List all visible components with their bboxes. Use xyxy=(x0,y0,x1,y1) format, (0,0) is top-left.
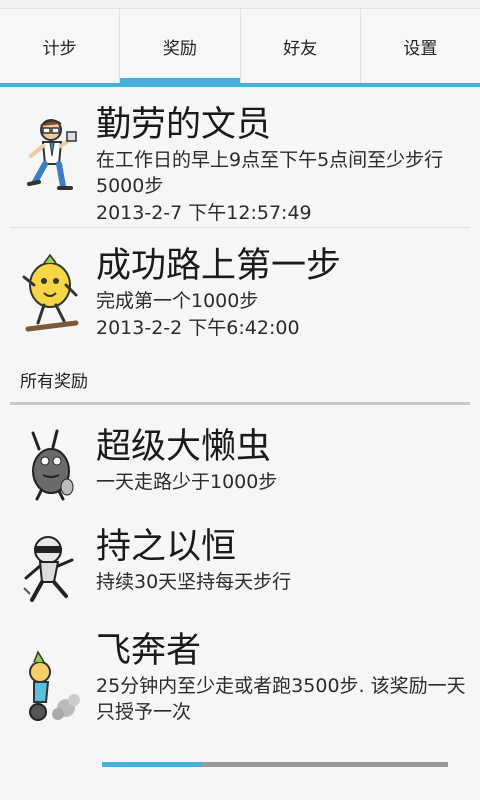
reward-title: 超级大懒虫 xyxy=(96,427,272,467)
persistent-runner-icon xyxy=(18,525,82,615)
tab-bar: 计步 奖励 好友 设置 xyxy=(0,9,480,87)
tab-steps[interactable]: 计步 xyxy=(0,9,119,83)
reward-title: 勤劳的文员 xyxy=(96,105,272,145)
reward-item[interactable]: 飞奔者 25分钟内至少走或者跑3500步. 该奖励一天只授予一次 xyxy=(0,621,480,741)
reward-description: 在工作日的早上9点至下午5点间至少步行5000步 xyxy=(96,149,444,197)
reward-date: 2013-2-2 下午6:42:00 xyxy=(96,317,300,339)
lazy-bug-icon xyxy=(18,425,82,505)
earned-reward-item[interactable]: 成功路上第一步 完成第一个1000步 2013-2-2 下午6:42:00 xyxy=(0,228,480,356)
tab-label: 奖励 xyxy=(162,38,197,59)
reward-description: 完成第一个1000步 xyxy=(96,290,259,312)
clerk-runner-icon xyxy=(18,113,82,203)
reward-item[interactable]: 持之以恒 持续30天坚持每天步行 xyxy=(0,517,480,621)
sprinter-icon xyxy=(18,643,82,733)
tab-label: 好友 xyxy=(283,38,318,59)
reward-description: 一天走路少于1000步 xyxy=(96,471,278,493)
tab-settings[interactable]: 设置 xyxy=(359,9,480,83)
scroll-indicator xyxy=(102,762,448,767)
tab-friends[interactable]: 好友 xyxy=(239,9,360,83)
reward-description: 25分钟内至少走或者跑3500步. 该奖励一天只授予一次 xyxy=(96,675,466,723)
scroll-indicator-fill xyxy=(102,762,203,767)
reward-description: 持续30天坚持每天步行 xyxy=(96,571,292,593)
reward-item[interactable]: 超级大懒虫 一天走路少于1000步 xyxy=(0,405,480,517)
tab-label: 设置 xyxy=(403,38,438,59)
reward-title: 飞奔者 xyxy=(96,631,202,671)
section-header-all-rewards: 所有奖励 xyxy=(20,371,88,392)
reward-title: 成功路上第一步 xyxy=(96,246,342,286)
rewards-list: 勤劳的文员 在工作日的早上9点至下午5点间至少步行5000步 2013-2-7 … xyxy=(0,87,480,741)
status-strip xyxy=(0,0,480,9)
tab-rewards[interactable]: 奖励 xyxy=(119,9,240,87)
reward-title: 持之以恒 xyxy=(96,527,237,567)
lemon-walker-icon xyxy=(18,248,82,338)
reward-date: 2013-2-7 下午12:57:49 xyxy=(96,202,312,224)
earned-reward-item[interactable]: 勤劳的文员 在工作日的早上9点至下午5点间至少步行5000步 2013-2-7 … xyxy=(0,87,480,227)
tab-label: 计步 xyxy=(42,38,77,59)
